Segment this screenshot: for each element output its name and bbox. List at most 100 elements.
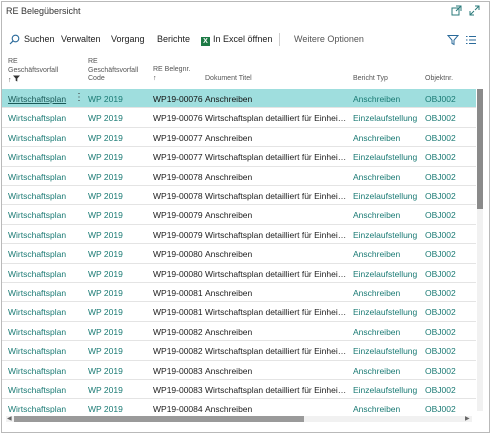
table-row[interactable]: Wirtschaftsplan WP 2019 WP19-00083 Wirtscha… (2, 380, 476, 400)
column-header-report-type[interactable]: Bericht Typ (353, 75, 388, 84)
object-no-cell[interactable]: OBJ002 (425, 210, 465, 220)
business-case-cell[interactable]: Wirtschaftsplan (8, 133, 72, 143)
process-menu[interactable]: Vorgang (111, 34, 145, 44)
business-case-cell[interactable]: Wirtschaftsplan (8, 288, 72, 298)
report-type-cell[interactable]: Einzelaufstellung (353, 152, 423, 162)
table-row[interactable]: Wirtschaftsplan WP 2019 WP19-00082 Anschrei… (2, 322, 476, 342)
business-case-code-cell[interactable]: WP 2019 (88, 249, 138, 259)
expand-icon[interactable] (468, 5, 480, 17)
object-no-cell[interactable]: OBJ002 (425, 269, 465, 279)
business-case-cell[interactable]: Wirtschaftsplan (8, 249, 72, 259)
object-no-cell[interactable]: OBJ002 (425, 404, 465, 413)
business-case-code-cell[interactable]: WP 2019 (88, 366, 138, 376)
business-case-cell[interactable]: Wirtschaftsplan (8, 385, 72, 395)
horizontal-scrollbar[interactable]: ◀ ▶ (6, 416, 472, 422)
table-row[interactable]: Wirtschaftsplan WP 2019 WP19-00078 Wirtscha… (2, 186, 476, 206)
business-case-cell[interactable]: Wirtschaftsplan (8, 269, 72, 279)
object-no-cell[interactable]: OBJ002 (425, 366, 465, 376)
object-no-cell[interactable]: OBJ002 (425, 172, 465, 182)
report-type-cell[interactable]: Einzelaufstellung (353, 346, 423, 356)
report-type-cell[interactable]: Einzelaufstellung (353, 385, 423, 395)
object-no-cell[interactable]: OBJ002 (425, 94, 465, 104)
business-case-code-cell[interactable]: WP 2019 (88, 191, 138, 201)
object-no-cell[interactable]: OBJ002 (425, 152, 465, 162)
business-case-cell[interactable]: Wirtschaftsplan (8, 210, 72, 220)
object-no-cell[interactable]: OBJ002 (425, 307, 465, 317)
object-no-cell[interactable]: OBJ002 (425, 113, 465, 123)
report-type-cell[interactable]: Anschreiben (353, 172, 423, 182)
table-row[interactable]: Wirtschaftsplan WP 2019 WP19-00081 Wirtscha… (2, 302, 476, 322)
table-row[interactable]: Wirtschaftsplan WP 2019 WP19-00077 Anschrei… (2, 128, 476, 148)
object-no-cell[interactable]: OBJ002 (425, 346, 465, 356)
table-row[interactable]: Wirtschaftsplan WP 2019 WP19-00076 Anschrei… (2, 89, 476, 109)
business-case-code-cell[interactable]: WP 2019 (88, 172, 138, 182)
list-view-icon[interactable] (465, 34, 477, 46)
report-type-cell[interactable]: Einzelaufstellung (353, 191, 423, 201)
filter-icon[interactable] (447, 34, 459, 46)
report-type-cell[interactable]: Einzelaufstellung (353, 230, 423, 240)
report-type-cell[interactable]: Einzelaufstellung (353, 269, 423, 279)
business-case-cell[interactable]: Wirtschaftsplan (8, 307, 72, 317)
scroll-left-icon[interactable]: ◀ (7, 415, 12, 422)
search-button[interactable]: Suchen (24, 34, 55, 44)
table-row[interactable]: Wirtschaftsplan WP 2019 WP19-00081 Anschrei… (2, 283, 476, 303)
table-row[interactable]: Wirtschaftsplan WP 2019 WP19-00077 Wirtscha… (2, 147, 476, 167)
business-case-code-cell[interactable]: WP 2019 (88, 327, 138, 337)
business-case-code-cell[interactable]: WP 2019 (88, 230, 138, 240)
business-case-cell[interactable]: Wirtschaftsplan (8, 366, 72, 376)
report-type-cell[interactable]: Anschreiben (353, 210, 423, 220)
object-no-cell[interactable]: OBJ002 (425, 327, 465, 337)
object-no-cell[interactable]: OBJ002 (425, 191, 465, 201)
table-row[interactable]: Wirtschaftsplan WP 2019 WP19-00080 Anschrei… (2, 244, 476, 264)
open-in-excel-button[interactable]: X In Excel öffnen (201, 34, 272, 46)
business-case-code-cell[interactable]: WP 2019 (88, 385, 138, 395)
report-type-cell[interactable]: Einzelaufstellung (353, 113, 423, 123)
business-case-cell[interactable]: Wirtschaftsplan (8, 346, 72, 356)
column-header-business-case[interactable]: RE Geschäftsvorfall ↑ (8, 58, 58, 86)
object-no-cell[interactable]: OBJ002 (425, 133, 465, 143)
report-type-cell[interactable]: Anschreiben (353, 94, 423, 104)
table-row[interactable]: Wirtschaftsplan WP 2019 WP19-00078 Anschrei… (2, 167, 476, 186)
table-row[interactable]: Wirtschaftsplan WP 2019 WP19-00079 Wirtscha… (2, 225, 476, 245)
business-case-code-cell[interactable]: WP 2019 (88, 210, 138, 220)
reports-menu[interactable]: Berichte (157, 34, 190, 44)
column-header-object-no[interactable]: Objektnr. (425, 75, 453, 84)
table-row[interactable]: Wirtschaftsplan WP 2019 WP19-00084 Anschrei… (2, 399, 476, 413)
object-no-cell[interactable]: OBJ002 (425, 385, 465, 395)
more-options-menu[interactable]: Weitere Optionen (294, 34, 364, 44)
business-case-code-cell[interactable]: WP 2019 (88, 133, 138, 143)
row-actions-icon[interactable]: ⋮ (74, 92, 84, 104)
business-case-cell[interactable]: Wirtschaftsplan (8, 172, 72, 182)
business-case-code-cell[interactable]: WP 2019 (88, 269, 138, 279)
report-type-cell[interactable]: Anschreiben (353, 404, 423, 413)
business-case-code-cell[interactable]: WP 2019 (88, 346, 138, 356)
table-row[interactable]: Wirtschaftsplan WP 2019 WP19-00082 Wirtscha… (2, 341, 476, 361)
column-header-document-title[interactable]: Dokument Titel (205, 75, 252, 84)
report-type-cell[interactable]: Anschreiben (353, 327, 423, 337)
column-header-document-no[interactable]: RE Belegnr. ↑ (153, 66, 190, 83)
business-case-cell[interactable]: Wirtschaftsplan (8, 152, 72, 162)
manage-menu[interactable]: Verwalten (61, 34, 101, 44)
horizontal-scrollbar-thumb[interactable] (14, 416, 304, 422)
object-no-cell[interactable]: OBJ002 (425, 230, 465, 240)
business-case-cell[interactable]: Wirtschaftsplan (8, 404, 72, 413)
table-row[interactable]: Wirtschaftsplan WP 2019 WP19-00080 Wirtscha… (2, 264, 476, 283)
business-case-cell[interactable]: Wirtschaftsplan (8, 327, 72, 337)
vertical-scrollbar-thumb[interactable] (477, 89, 483, 209)
business-case-cell[interactable]: Wirtschaftsplan (8, 113, 72, 123)
column-header-business-case-code[interactable]: RE Geschäftsvorfall Code (88, 58, 138, 84)
business-case-code-cell[interactable]: WP 2019 (88, 152, 138, 162)
report-type-cell[interactable]: Anschreiben (353, 133, 423, 143)
search-icon[interactable] (9, 34, 20, 45)
business-case-code-cell[interactable]: WP 2019 (88, 307, 138, 317)
report-type-cell[interactable]: Einzelaufstellung (353, 307, 423, 317)
object-no-cell[interactable]: OBJ002 (425, 288, 465, 298)
business-case-cell[interactable]: Wirtschaftsplan (8, 94, 72, 104)
report-type-cell[interactable]: Anschreiben (353, 366, 423, 376)
business-case-code-cell[interactable]: WP 2019 (88, 113, 138, 123)
scroll-right-icon[interactable]: ▶ (465, 415, 470, 422)
business-case-code-cell[interactable]: WP 2019 (88, 288, 138, 298)
table-row[interactable]: Wirtschaftsplan WP 2019 WP19-00076 Wirtscha… (2, 108, 476, 128)
vertical-scrollbar[interactable] (477, 89, 483, 411)
table-row[interactable]: Wirtschaftsplan WP 2019 WP19-00083 Anschrei… (2, 361, 476, 380)
